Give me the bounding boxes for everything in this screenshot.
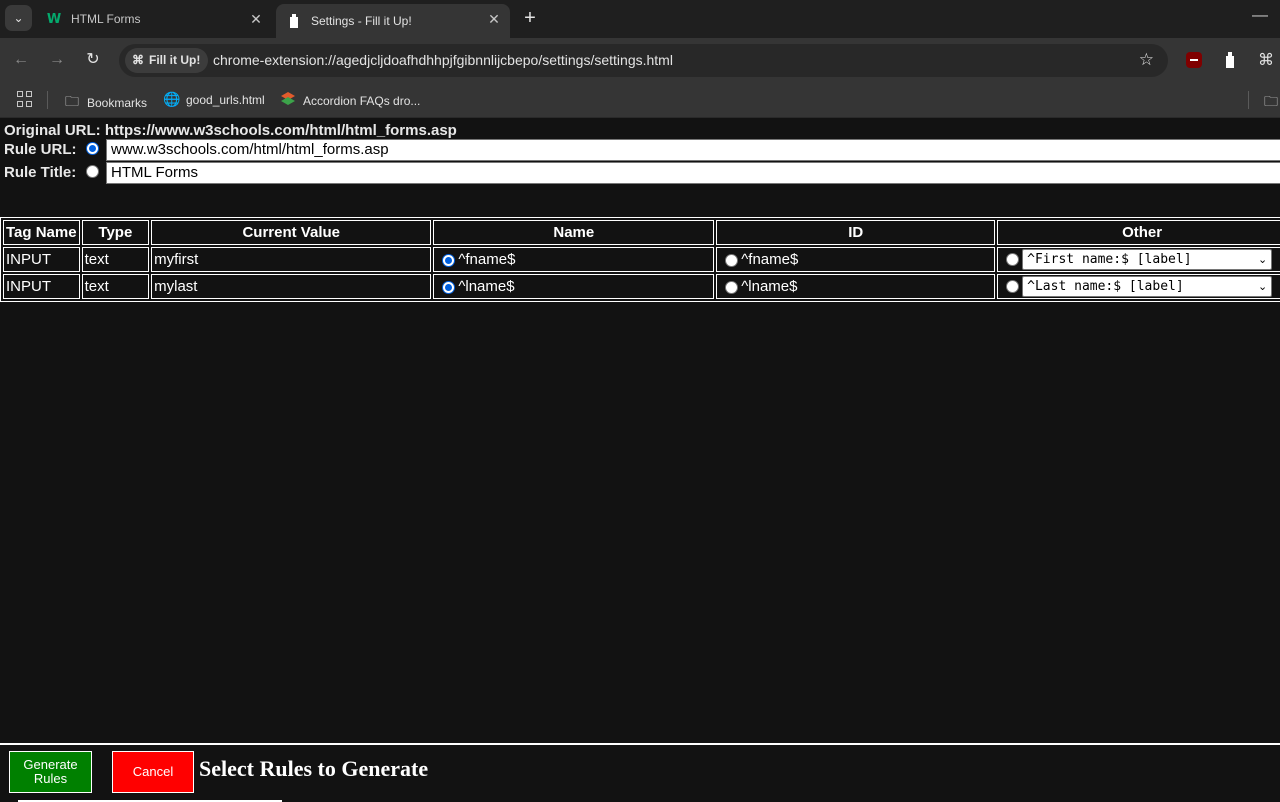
cell-type: text [81,274,150,299]
reload-icon: ↻ [86,51,100,68]
name-value: ^fname$ [458,251,516,268]
back-button[interactable]: ← [11,50,31,70]
tab-title: Settings - Fill it Up! [311,14,412,28]
header-id: ID [716,220,996,245]
layers-icon [280,91,296,110]
folder-icon: 🗀 [65,93,79,109]
cell-name: ^fname$ [433,247,715,272]
reload-button[interactable]: ↻ [83,50,103,70]
cell-other: ^Last name:$ [label] ⌄ [997,274,1280,299]
close-icon[interactable]: ✕ [486,11,502,27]
extension-chip[interactable]: ⌘ Fill it Up! [125,48,209,73]
tab-settings[interactable]: Settings - Fill it Up! ✕ [276,4,510,38]
name-radio[interactable] [442,253,456,267]
forward-button[interactable]: → [47,50,67,70]
bookmark-label: Bookmarks [87,96,148,110]
original-url-row: Original URL: https://www.w3schools.com/… [4,122,457,139]
chevron-down-icon: ⌄ [1257,253,1268,266]
header-name: Name [433,220,715,245]
name-radio[interactable] [442,280,456,294]
chevron-down-icon: ⌄ [13,11,24,25]
other-radio[interactable] [1006,253,1020,266]
bookmark-accordion-faqs[interactable]: Accordion FAQs dro... [280,91,420,110]
apps-grid-icon[interactable] [17,91,33,107]
bookmarks-bar: 🗀 Bookmarks 🌐 good_urls.html Accordion F… [0,82,1280,118]
rules-table: Tag Name Type Current Value Name ID Othe… [0,217,1280,302]
cell-name: ^lname$ [433,274,715,299]
extension-chip-label: Fill it Up! [149,53,201,67]
fill-it-up-extension-icon[interactable] [1220,50,1240,70]
divider [47,91,48,109]
chevron-down-icon: ⌄ [1257,280,1268,293]
cell-id: ^fname$ [716,247,996,272]
settings-page: Original URL: https://www.w3schools.com/… [0,119,1280,802]
extensions-puzzle-icon[interactable]: ⌘ [1256,50,1276,70]
globe-icon: 🌐 [163,91,181,107]
tab-html-forms[interactable]: W HTML Forms ✕ [36,4,272,34]
other-select-value: ^First name:$ [label] [1027,252,1192,267]
cancel-button[interactable]: Cancel [112,751,194,793]
cell-type: text [81,247,150,272]
original-url-value: https://www.w3schools.com/html/html_form… [104,122,457,139]
divider [1248,91,1249,109]
header-other: Other [997,220,1280,245]
browser-toolbar: ← → ↻ ⌘ Fill it Up! chrome-extension://a… [0,38,1280,82]
minimize-icon: — [1252,7,1268,24]
url-text[interactable]: chrome-extension://agedjcljdoafhdhhpjfgi… [213,52,673,68]
bookmark-folder[interactable]: 🗀 Bookmarks [64,91,147,115]
rule-title-label: Rule Title: [4,164,77,181]
id-radio[interactable] [725,253,739,267]
close-icon[interactable]: ✕ [248,11,264,27]
new-tab-button[interactable]: + [518,6,542,30]
rule-url-radio[interactable] [86,142,99,155]
puzzle-icon: ⌘ [132,53,144,67]
cell-tag: INPUT [3,247,80,272]
id-value: ^fname$ [741,251,799,268]
ublock-extension-icon[interactable] [1184,50,1204,70]
bookmark-star-icon[interactable]: ☆ [1139,50,1154,70]
generate-label-line-2: Rules [33,771,68,786]
table-row: INPUT text mylast ^lname$ ^lname$ ^Last … [3,274,1280,299]
tab-search-button[interactable]: ⌄ [5,5,32,31]
other-select[interactable]: ^First name:$ [label] ⌄ [1022,249,1273,270]
table-header-row: Tag Name Type Current Value Name ID Othe… [3,220,1280,245]
bookmark-good-urls[interactable]: 🌐 good_urls.html [163,91,265,108]
fill-it-up-icon [286,13,302,29]
header-tag-name: Tag Name [3,220,80,245]
table-row: INPUT text myfirst ^fname$ ^fname$ ^Firs… [3,247,1280,272]
rule-url-input[interactable]: www.w3schools.com/html/html_forms.asp [106,139,1280,161]
cell-current-value: myfirst [151,247,432,272]
footer-bar: Generate Rules Cancel Select Rules to Ge… [0,743,1280,802]
bookmark-label: Accordion FAQs dro... [303,93,421,108]
header-type: Type [81,220,150,245]
original-url-label: Original URL: [4,122,101,139]
tab-strip: ⌄ W HTML Forms ✕ Settings - Fill it Up! … [0,0,1280,38]
plus-icon: + [524,7,536,29]
header-current-value: Current Value [151,220,432,245]
cell-tag: INPUT [3,274,80,299]
generate-rules-button[interactable]: Generate Rules [9,751,92,793]
rule-title-radio[interactable] [86,165,99,178]
tab-title: HTML Forms [71,12,141,26]
other-select-value: ^Last name:$ [label] [1027,279,1184,294]
rule-title-input[interactable]: HTML Forms [106,162,1280,184]
cell-current-value: mylast [151,274,432,299]
name-value: ^lname$ [458,278,515,295]
other-select[interactable]: ^Last name:$ [label] ⌄ [1022,276,1273,297]
generate-label-line-1: Generate [23,757,78,772]
minimize-button[interactable]: — [1248,6,1272,30]
id-value: ^lname$ [741,278,798,295]
id-radio[interactable] [725,280,739,294]
cell-id: ^lname$ [716,274,996,299]
address-bar[interactable]: ⌘ Fill it Up! chrome-extension://agedjcl… [119,44,1168,77]
w3schools-icon: W [46,11,62,27]
rule-url-label: Rule URL: [4,141,77,158]
bookmark-label: good_urls.html [186,92,265,107]
other-bookmarks-folder-icon[interactable]: 🗀 [1264,91,1278,115]
cell-other: ^First name:$ [label] ⌄ [997,247,1280,272]
arrow-left-icon: ← [13,51,29,68]
status-message: Select Rules to Generate [199,756,429,781]
other-radio[interactable] [1006,280,1020,293]
arrow-right-icon: → [49,51,65,68]
